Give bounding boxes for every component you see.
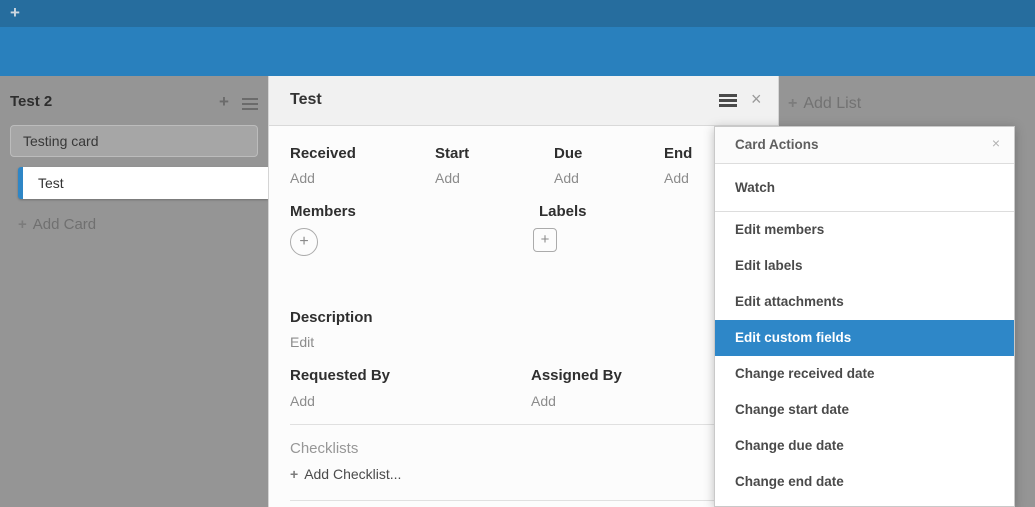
add-checklist-button[interactable]: + Add Checklist... [290, 466, 401, 482]
board-canvas: Test 2 + Testing card Test + Add Card + Ad… [0, 76, 1035, 507]
add-card-label: Add Card [33, 216, 96, 233]
labels-label: Labels [539, 203, 587, 220]
received-label: Received [290, 145, 356, 162]
menu-item-edit-attachments[interactable]: Edit attachments [715, 284, 1014, 320]
end-add-link[interactable]: Add [664, 170, 689, 186]
start-add-link[interactable]: Add [435, 170, 460, 186]
menu-item-change-start-date[interactable]: Change start date [715, 392, 1014, 428]
add-board-icon[interactable]: + [10, 3, 20, 23]
board-header-bar [0, 27, 1035, 76]
card-title: Test [290, 91, 322, 109]
card-detail-panel: Test × Received Add Start Add Due Add En… [268, 76, 779, 507]
add-checklist-label: Add Checklist... [304, 466, 401, 482]
section-divider [290, 500, 759, 501]
menu-item-change-received-date[interactable]: Change received date [715, 356, 1014, 392]
add-list-label: Add List [803, 95, 861, 112]
card-detail-header: Test × [269, 76, 778, 126]
top-navigation-bar: + [0, 0, 1035, 27]
menu-item-watch[interactable]: Watch [715, 164, 1014, 212]
requested-by-add-link[interactable]: Add [290, 393, 315, 409]
add-list-button[interactable]: + Add List [788, 95, 861, 113]
menu-item-change-due-date[interactable]: Change due date [715, 428, 1014, 464]
description-label: Description [290, 309, 373, 326]
plus-icon: + [290, 466, 298, 482]
close-icon[interactable]: × [992, 135, 1000, 151]
assigned-by-add-link[interactable]: Add [531, 393, 556, 409]
plus-icon: + [18, 216, 27, 233]
menu-item-edit-labels[interactable]: Edit labels [715, 248, 1014, 284]
add-card-button[interactable]: + Add Card [18, 216, 96, 233]
list-add-icon[interactable]: + [219, 92, 229, 112]
due-add-link[interactable]: Add [554, 170, 579, 186]
end-label: End [664, 145, 692, 162]
menu-item-edit-members[interactable]: Edit members [715, 212, 1014, 248]
app-screen: + Test 2 + Testing card Test + Add Card +… [0, 0, 1035, 507]
list-title[interactable]: Test 2 [10, 93, 52, 110]
list-menu-icon[interactable] [242, 98, 258, 110]
description-edit-link[interactable]: Edit [290, 334, 314, 350]
section-divider [290, 424, 759, 425]
assigned-by-label: Assigned By [531, 367, 622, 384]
menu-item-change-end-date[interactable]: Change end date [715, 464, 1014, 500]
start-label: Start [435, 145, 469, 162]
requested-by-label: Requested By [290, 367, 390, 384]
card-actions-popup: Card Actions × Watch Edit members Edit l… [714, 126, 1015, 507]
close-icon[interactable]: × [751, 89, 762, 110]
menu-item-edit-custom-fields[interactable]: Edit custom fields [715, 320, 1014, 356]
add-label-button[interactable]: + [533, 228, 557, 252]
card-actions-menu-icon[interactable] [719, 94, 737, 109]
checklists-label: Checklists [290, 440, 358, 457]
list-card[interactable]: Testing card [10, 125, 258, 157]
popup-title: Card Actions [735, 137, 819, 152]
list-card-active[interactable]: Test [18, 167, 268, 199]
plus-icon: + [788, 95, 797, 112]
popup-header: Card Actions × [715, 127, 1014, 164]
add-member-button[interactable]: + [290, 228, 318, 256]
due-label: Due [554, 145, 582, 162]
members-label: Members [290, 203, 356, 220]
received-add-link[interactable]: Add [290, 170, 315, 186]
